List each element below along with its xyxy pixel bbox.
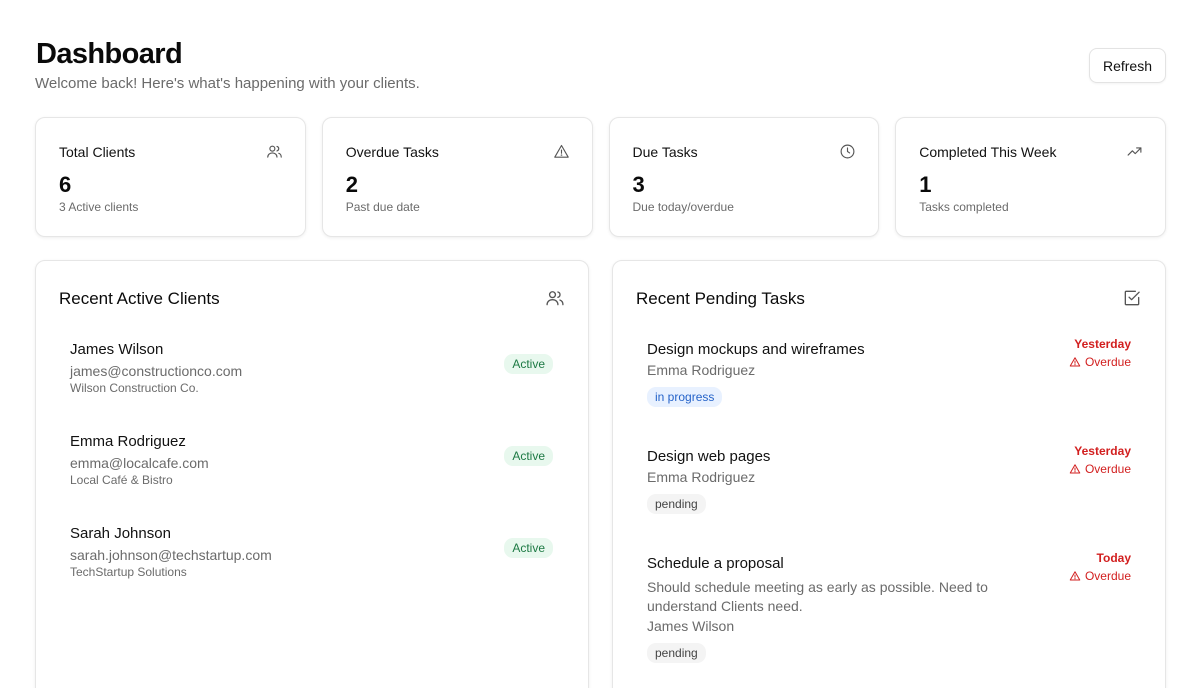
alert-triangle-icon (1069, 357, 1081, 367)
task-status-badge: in progress (647, 387, 723, 407)
task-assignee: Emma Rodriguez (647, 469, 756, 485)
stat-label: Completed This Week (919, 144, 1057, 160)
client-company: TechStartup Solutions (70, 565, 187, 579)
status-badge: Active (504, 446, 553, 466)
stat-caption: Due today/overdue (632, 200, 734, 214)
client-email: emma@localcafe.com (70, 455, 209, 471)
list-item[interactable]: James Wilson james@constructionco.com Wi… (70, 341, 553, 433)
task-title: Schedule a proposal (647, 555, 784, 572)
list-item[interactable]: Sarah Johnson sarah.johnson@techstartup.… (70, 525, 553, 617)
task-assignee: James Wilson (647, 618, 735, 634)
task-status-badge: pending (647, 643, 706, 663)
task-due-date: Yesterday (1074, 444, 1131, 458)
task-due-date: Today (1096, 551, 1131, 565)
client-name: Sarah Johnson (70, 525, 171, 542)
stat-value: 2 (345, 172, 358, 197)
list-item[interactable]: Emma Rodriguez emma@localcafe.com Local … (70, 433, 553, 525)
stat-value: 1 (919, 172, 932, 197)
overdue-text: Overdue (1084, 462, 1131, 476)
overdue-text: Overdue (1084, 355, 1131, 369)
stat-caption: Past due date (345, 200, 420, 214)
stat-card-total-clients: Total Clients 6 3 Active clients (35, 117, 306, 237)
overdue-text: Overdue (1084, 569, 1131, 583)
stat-caption: 3 Active clients (59, 200, 139, 214)
status-badge: Active (504, 354, 553, 374)
trending-up-icon (1127, 147, 1142, 156)
stat-label: Total Clients (59, 144, 136, 160)
alert-triangle-icon (553, 144, 569, 158)
client-company: Wilson Construction Co. (70, 381, 199, 395)
client-name: James Wilson (70, 341, 164, 358)
task-overdue-label: Overdue (1069, 462, 1131, 476)
stat-card-overdue-tasks: Overdue Tasks 2 Past due date (321, 117, 593, 237)
clock-icon (840, 144, 855, 159)
stat-card-due-tasks: Due Tasks 3 Due today/overdue (608, 117, 880, 237)
task-title: Design mockups and wireframes (647, 341, 865, 358)
panel-title: Recent Active Clients (59, 289, 220, 308)
status-badge: Active (504, 538, 553, 558)
users-icon (266, 145, 282, 158)
pending-tasks-panel: Recent Pending Tasks Design mockups and … (612, 260, 1166, 688)
list-item[interactable]: Design mockups and wireframes Emma Rodri… (647, 337, 1131, 448)
stat-caption: Tasks completed (919, 200, 1009, 214)
task-title: Design web pages (647, 448, 771, 465)
recent-clients-panel: Recent Active Clients James Wilson james… (35, 260, 589, 688)
stat-value: 3 (632, 172, 645, 197)
task-assignee: Emma Rodriguez (647, 362, 756, 378)
stat-value: 6 (59, 172, 72, 197)
client-company: Local Café & Bistro (70, 473, 173, 487)
task-status-badge: pending (647, 494, 706, 514)
page-header: Dashboard Welcome back! Here's what's ha… (35, 0, 1166, 117)
dashboard-page: Dashboard Welcome back! Here's what's ha… (0, 0, 1200, 688)
stat-label: Overdue Tasks (345, 144, 439, 160)
client-name: Emma Rodriguez (70, 433, 186, 450)
task-description: Should schedule meeting as early as poss… (647, 579, 988, 614)
task-due-date: Yesterday (1074, 337, 1131, 351)
panels-row: Recent Active Clients James Wilson james… (35, 260, 1166, 688)
panel-title: Recent Pending Tasks (636, 289, 805, 308)
alert-triangle-icon (1069, 464, 1081, 474)
list-item[interactable]: Schedule a proposal Should schedule meet… (647, 551, 1131, 685)
stats-row: Total Clients 6 3 Active clients Overdue… (35, 117, 1166, 237)
stat-label: Due Tasks (632, 144, 698, 160)
users-icon (546, 291, 564, 306)
task-overdue-label: Overdue (1069, 569, 1131, 583)
page-title: Dashboard (36, 38, 183, 70)
client-list: James Wilson james@constructionco.com Wi… (70, 341, 553, 617)
list-item[interactable]: Design web pages Emma Rodriguez pending … (647, 444, 1131, 555)
page-subtitle: Welcome back! Here's what's happening wi… (35, 75, 420, 92)
task-overdue-label: Overdue (1069, 355, 1131, 369)
alert-triangle-icon (1069, 571, 1081, 581)
task-list: Design mockups and wireframes Emma Rodri… (647, 337, 1131, 685)
client-email: sarah.johnson@techstartup.com (70, 547, 272, 563)
client-email: james@constructionco.com (70, 363, 243, 379)
checkbox-icon (1124, 290, 1140, 306)
stat-card-completed-this-week: Completed This Week 1 Tasks completed (895, 117, 1166, 237)
refresh-button[interactable]: Refresh (1089, 48, 1166, 83)
